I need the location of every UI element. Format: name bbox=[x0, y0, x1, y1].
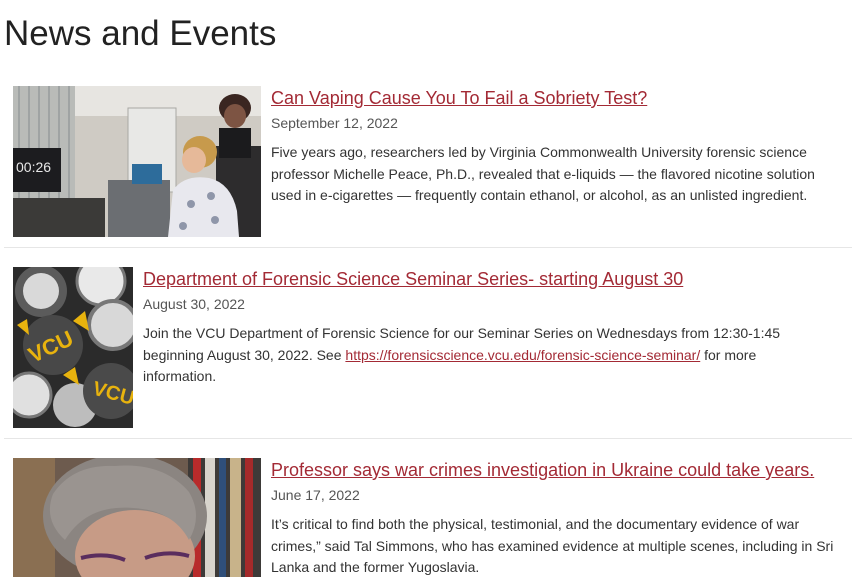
page-title: News and Events bbox=[4, 14, 277, 53]
news-headline-link[interactable]: Professor says war crimes investigation … bbox=[271, 458, 836, 482]
news-thumbnail-vcu-buttons[interactable]: VCU VCU bbox=[13, 267, 133, 428]
news-item-war-crimes: Professor says war crimes investigation … bbox=[4, 458, 852, 577]
news-summary: Five years ago, researchers led by Virgi… bbox=[271, 144, 815, 203]
vcu-buttons-photo: VCU VCU bbox=[13, 267, 133, 428]
item-divider bbox=[4, 438, 852, 439]
news-thumbnail-vaping-lab[interactable]: 00:26 bbox=[13, 86, 261, 237]
news-item-seminar: VCU VCU Department of Forensic Science S… bbox=[4, 267, 852, 429]
news-date: September 12, 2022 bbox=[271, 115, 398, 131]
news-thumbnail-professor-portrait[interactable] bbox=[13, 458, 261, 577]
news-date: August 30, 2022 bbox=[143, 296, 245, 312]
news-headline-link[interactable]: Department of Forensic Science Seminar S… bbox=[143, 267, 833, 291]
seminar-url-link[interactable]: https://forensicscience.vcu.edu/forensic… bbox=[345, 347, 700, 363]
vaping-lab-photo: 00:26 bbox=[13, 86, 261, 237]
news-item-vaping: 00:26 Can Vaping Cause You To Fail a Sob… bbox=[4, 86, 852, 238]
item-divider bbox=[4, 247, 852, 248]
news-date: June 17, 2022 bbox=[271, 487, 360, 503]
news-item-text: Professor says war crimes investigation … bbox=[271, 458, 836, 579]
news-summary: It’s critical to find both the physical,… bbox=[271, 516, 834, 575]
news-headline-link[interactable]: Can Vaping Cause You To Fail a Sobriety … bbox=[271, 86, 841, 110]
news-item-text: Department of Forensic Science Seminar S… bbox=[143, 267, 833, 388]
professor-portrait-photo bbox=[13, 458, 261, 577]
news-summary: Join the VCU Department of Forensic Scie… bbox=[143, 323, 833, 388]
svg-text:00:26: 00:26 bbox=[16, 159, 51, 175]
news-item-text: Can Vaping Cause You To Fail a Sobriety … bbox=[271, 86, 841, 207]
